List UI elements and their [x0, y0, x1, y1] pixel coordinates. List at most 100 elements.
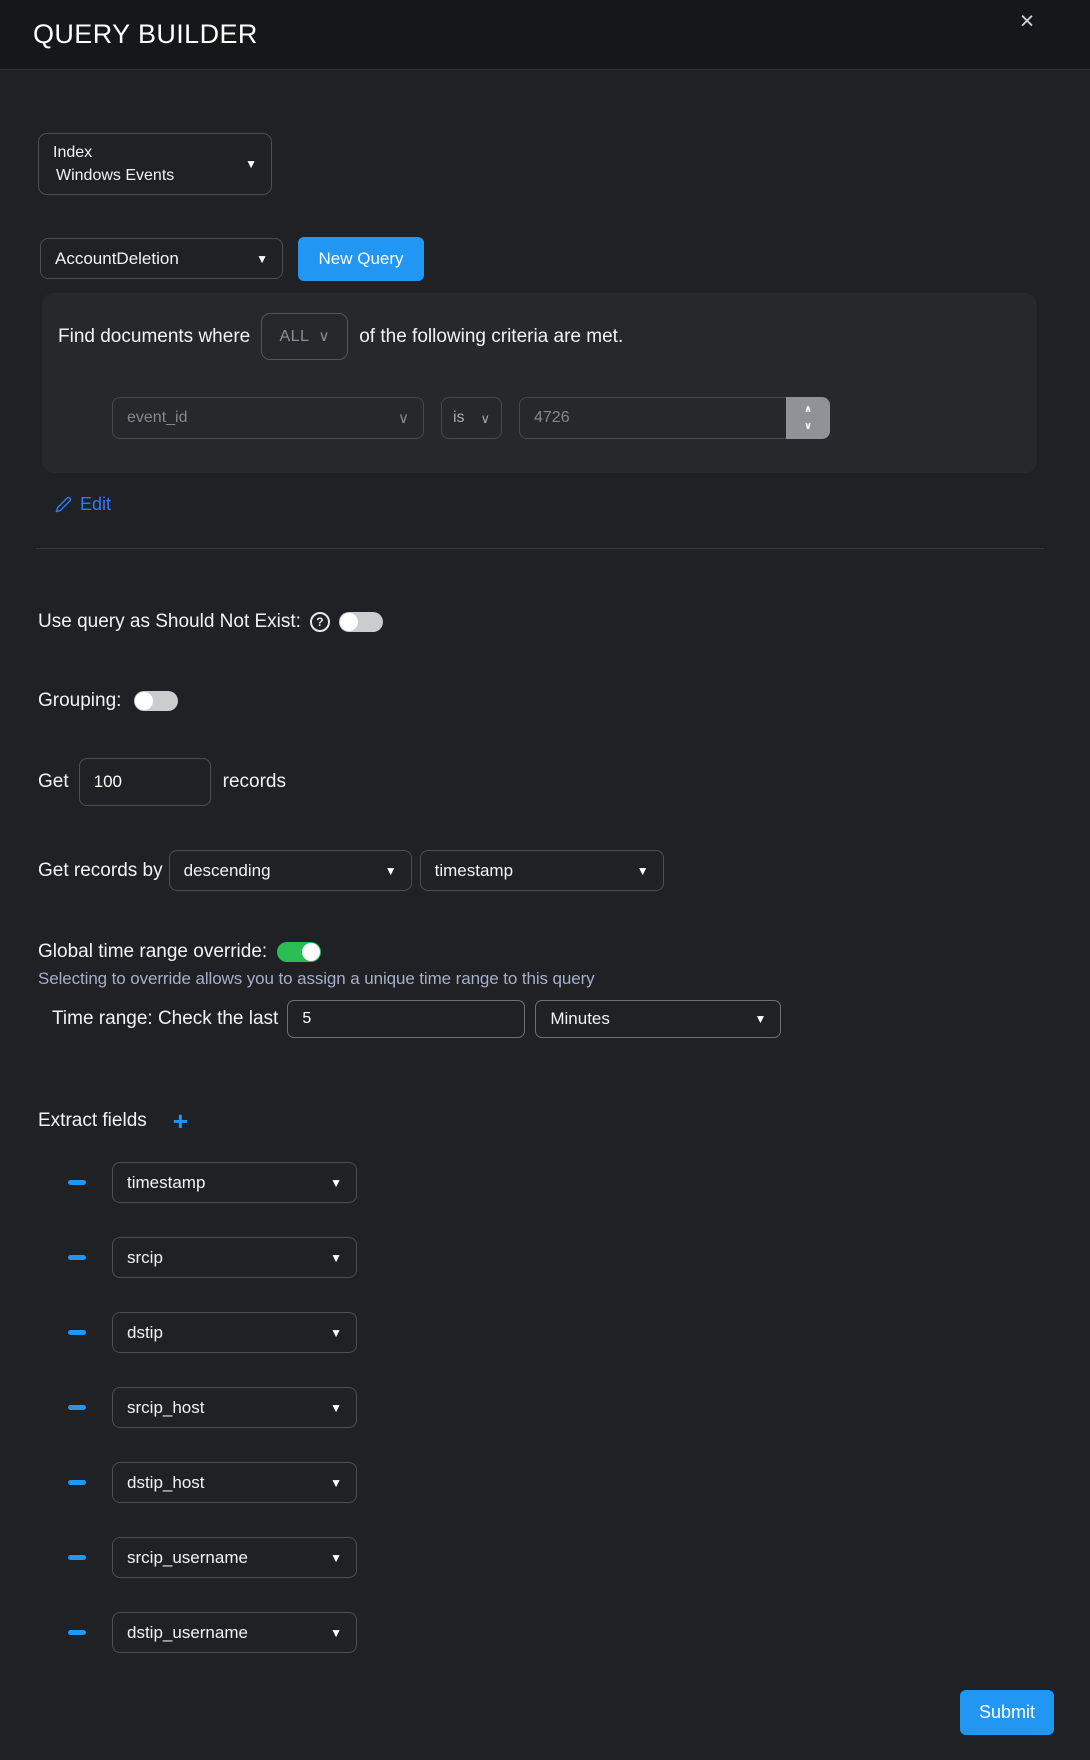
time-range-value-field — [287, 1000, 525, 1038]
match-mode-value: ALL — [279, 328, 309, 346]
time-range-unit-select[interactable]: Minutes ▼ — [535, 1000, 781, 1038]
caret-down-icon: ▼ — [754, 1013, 766, 1025]
chevron-down-icon: ∨ — [480, 412, 490, 425]
caret-down-icon: ▼ — [256, 253, 268, 265]
edit-link-label: Edit — [80, 494, 111, 515]
grouping-row: Grouping: — [38, 682, 178, 720]
extract-field-select[interactable]: dstip_host ▼ — [112, 1462, 357, 1503]
index-select-label: Index — [53, 141, 174, 164]
sort-row: Get records by descending ▼ timestamp ▼ — [38, 850, 664, 891]
should-not-exist-row: Use query as Should Not Exist: ? — [38, 603, 383, 641]
grouping-label: Grouping: — [38, 690, 121, 712]
extract-field-value: dstip_host — [127, 1473, 205, 1493]
extract-field-select[interactable]: timestamp ▼ — [112, 1162, 357, 1203]
remove-field-button[interactable] — [68, 1255, 86, 1260]
index-select-value: Windows Events — [56, 164, 174, 187]
time-range-value-input[interactable] — [302, 1010, 510, 1028]
extract-field-select[interactable]: srcip ▼ — [112, 1237, 357, 1278]
global-time-help-text: Selecting to override allows you to assi… — [38, 969, 595, 989]
global-time-label: Global time range override: — [38, 941, 267, 963]
criteria-field-value: event_id — [127, 409, 188, 427]
extract-field-row: srcip ▼ — [0, 1237, 357, 1278]
caret-down-icon: ▼ — [330, 1477, 342, 1489]
record-count-input[interactable] — [94, 772, 196, 792]
toggle-knob — [135, 692, 153, 710]
extract-field-select[interactable]: dstip_username ▼ — [112, 1612, 357, 1653]
close-icon[interactable]: × — [1010, 4, 1044, 38]
should-not-exist-toggle[interactable] — [339, 612, 383, 632]
criteria-operator-select[interactable]: is ∨ — [441, 397, 502, 439]
chevron-down-icon: ∨ — [398, 411, 409, 426]
pencil-icon — [55, 496, 72, 513]
caret-down-icon: ▼ — [330, 1627, 342, 1639]
criteria-prefix-text: Find documents where — [58, 326, 250, 348]
global-time-toggle[interactable] — [277, 942, 321, 962]
remove-field-button[interactable] — [68, 1630, 86, 1635]
extract-field-row: timestamp ▼ — [0, 1162, 357, 1203]
record-count-field — [79, 758, 211, 806]
caret-down-icon: ▼ — [330, 1252, 342, 1264]
criteria-panel: Find documents where ALL ∨ of the follow… — [42, 293, 1037, 473]
extract-field-value: srcip_username — [127, 1548, 248, 1568]
extract-field-value: srcip — [127, 1248, 163, 1268]
grouping-toggle[interactable] — [134, 691, 178, 711]
extract-field-row: dstip_username ▼ — [0, 1612, 357, 1653]
extract-field-select[interactable]: srcip_username ▼ — [112, 1537, 357, 1578]
sort-order-value: descending — [184, 861, 271, 881]
caret-down-icon: ▼ — [245, 158, 257, 170]
extract-field-value: dstip — [127, 1323, 163, 1343]
dialog-title: QUERY BUILDER — [33, 19, 258, 50]
caret-down-icon: ▼ — [330, 1402, 342, 1414]
extract-field-value: srcip_host — [127, 1398, 204, 1418]
record-count-row: Get records — [38, 758, 286, 806]
time-range-unit-value: Minutes — [550, 1009, 610, 1029]
sort-field-select[interactable]: timestamp ▼ — [420, 850, 664, 891]
new-query-button[interactable]: New Query — [298, 237, 424, 281]
extract-field-value: dstip_username — [127, 1623, 248, 1643]
toggle-knob — [302, 943, 320, 961]
should-not-exist-label: Use query as Should Not Exist: — [38, 611, 301, 633]
caret-down-icon: ▼ — [637, 865, 649, 877]
spinner-down-icon[interactable]: ∨ — [804, 422, 812, 432]
extract-field-select[interactable]: srcip_host ▼ — [112, 1387, 357, 1428]
saved-query-value: AccountDeletion — [55, 249, 179, 269]
remove-field-button[interactable] — [68, 1480, 86, 1485]
get-label: Get — [38, 771, 69, 793]
sort-order-select[interactable]: descending ▼ — [169, 850, 412, 891]
saved-query-select[interactable]: AccountDeletion ▼ — [40, 238, 283, 279]
number-spinner[interactable]: ∧ ∨ — [786, 397, 830, 439]
criteria-value-input[interactable] — [534, 409, 785, 427]
remove-field-button[interactable] — [68, 1405, 86, 1410]
caret-down-icon: ▼ — [330, 1552, 342, 1564]
caret-down-icon: ▼ — [330, 1327, 342, 1339]
remove-field-button[interactable] — [68, 1180, 86, 1185]
criteria-field-select[interactable]: event_id ∨ — [112, 397, 424, 439]
criteria-suffix-text: of the following criteria are met. — [359, 326, 623, 348]
extract-field-select[interactable]: dstip ▼ — [112, 1312, 357, 1353]
criteria-operator-value: is — [453, 409, 465, 427]
remove-field-button[interactable] — [68, 1330, 86, 1335]
criteria-sentence: Find documents where ALL ∨ of the follow… — [58, 314, 623, 359]
edit-query-link[interactable]: Edit — [55, 494, 111, 515]
spinner-up-icon[interactable]: ∧ — [804, 405, 812, 415]
time-range-label: Time range: Check the last — [52, 1008, 278, 1030]
match-mode-select[interactable]: ALL ∨ — [261, 313, 348, 360]
help-icon[interactable]: ? — [310, 612, 330, 632]
query-builder-dialog: QUERY BUILDER × Index Windows Events ▼ A… — [0, 0, 1090, 1760]
extract-field-row: dstip_host ▼ — [0, 1462, 357, 1503]
submit-button[interactable]: Submit — [960, 1690, 1054, 1735]
global-time-row: Global time range override: — [38, 939, 321, 965]
extract-fields-list: timestamp ▼ srcip ▼ dstip ▼ srcip_host ▼ — [0, 1162, 357, 1653]
extract-field-row: srcip_host ▼ — [0, 1387, 357, 1428]
index-select[interactable]: Index Windows Events ▼ — [38, 133, 272, 195]
records-label: records — [223, 771, 286, 793]
extract-field-row: dstip ▼ — [0, 1312, 357, 1353]
caret-down-icon: ▼ — [385, 865, 397, 877]
add-field-button[interactable]: + — [173, 1108, 188, 1134]
time-range-row: Time range: Check the last Minutes ▼ — [52, 1000, 781, 1038]
caret-down-icon: ▼ — [330, 1177, 342, 1189]
remove-field-button[interactable] — [68, 1555, 86, 1560]
toggle-knob — [340, 613, 358, 631]
extract-field-row: srcip_username ▼ — [0, 1537, 357, 1578]
divider — [36, 548, 1044, 549]
